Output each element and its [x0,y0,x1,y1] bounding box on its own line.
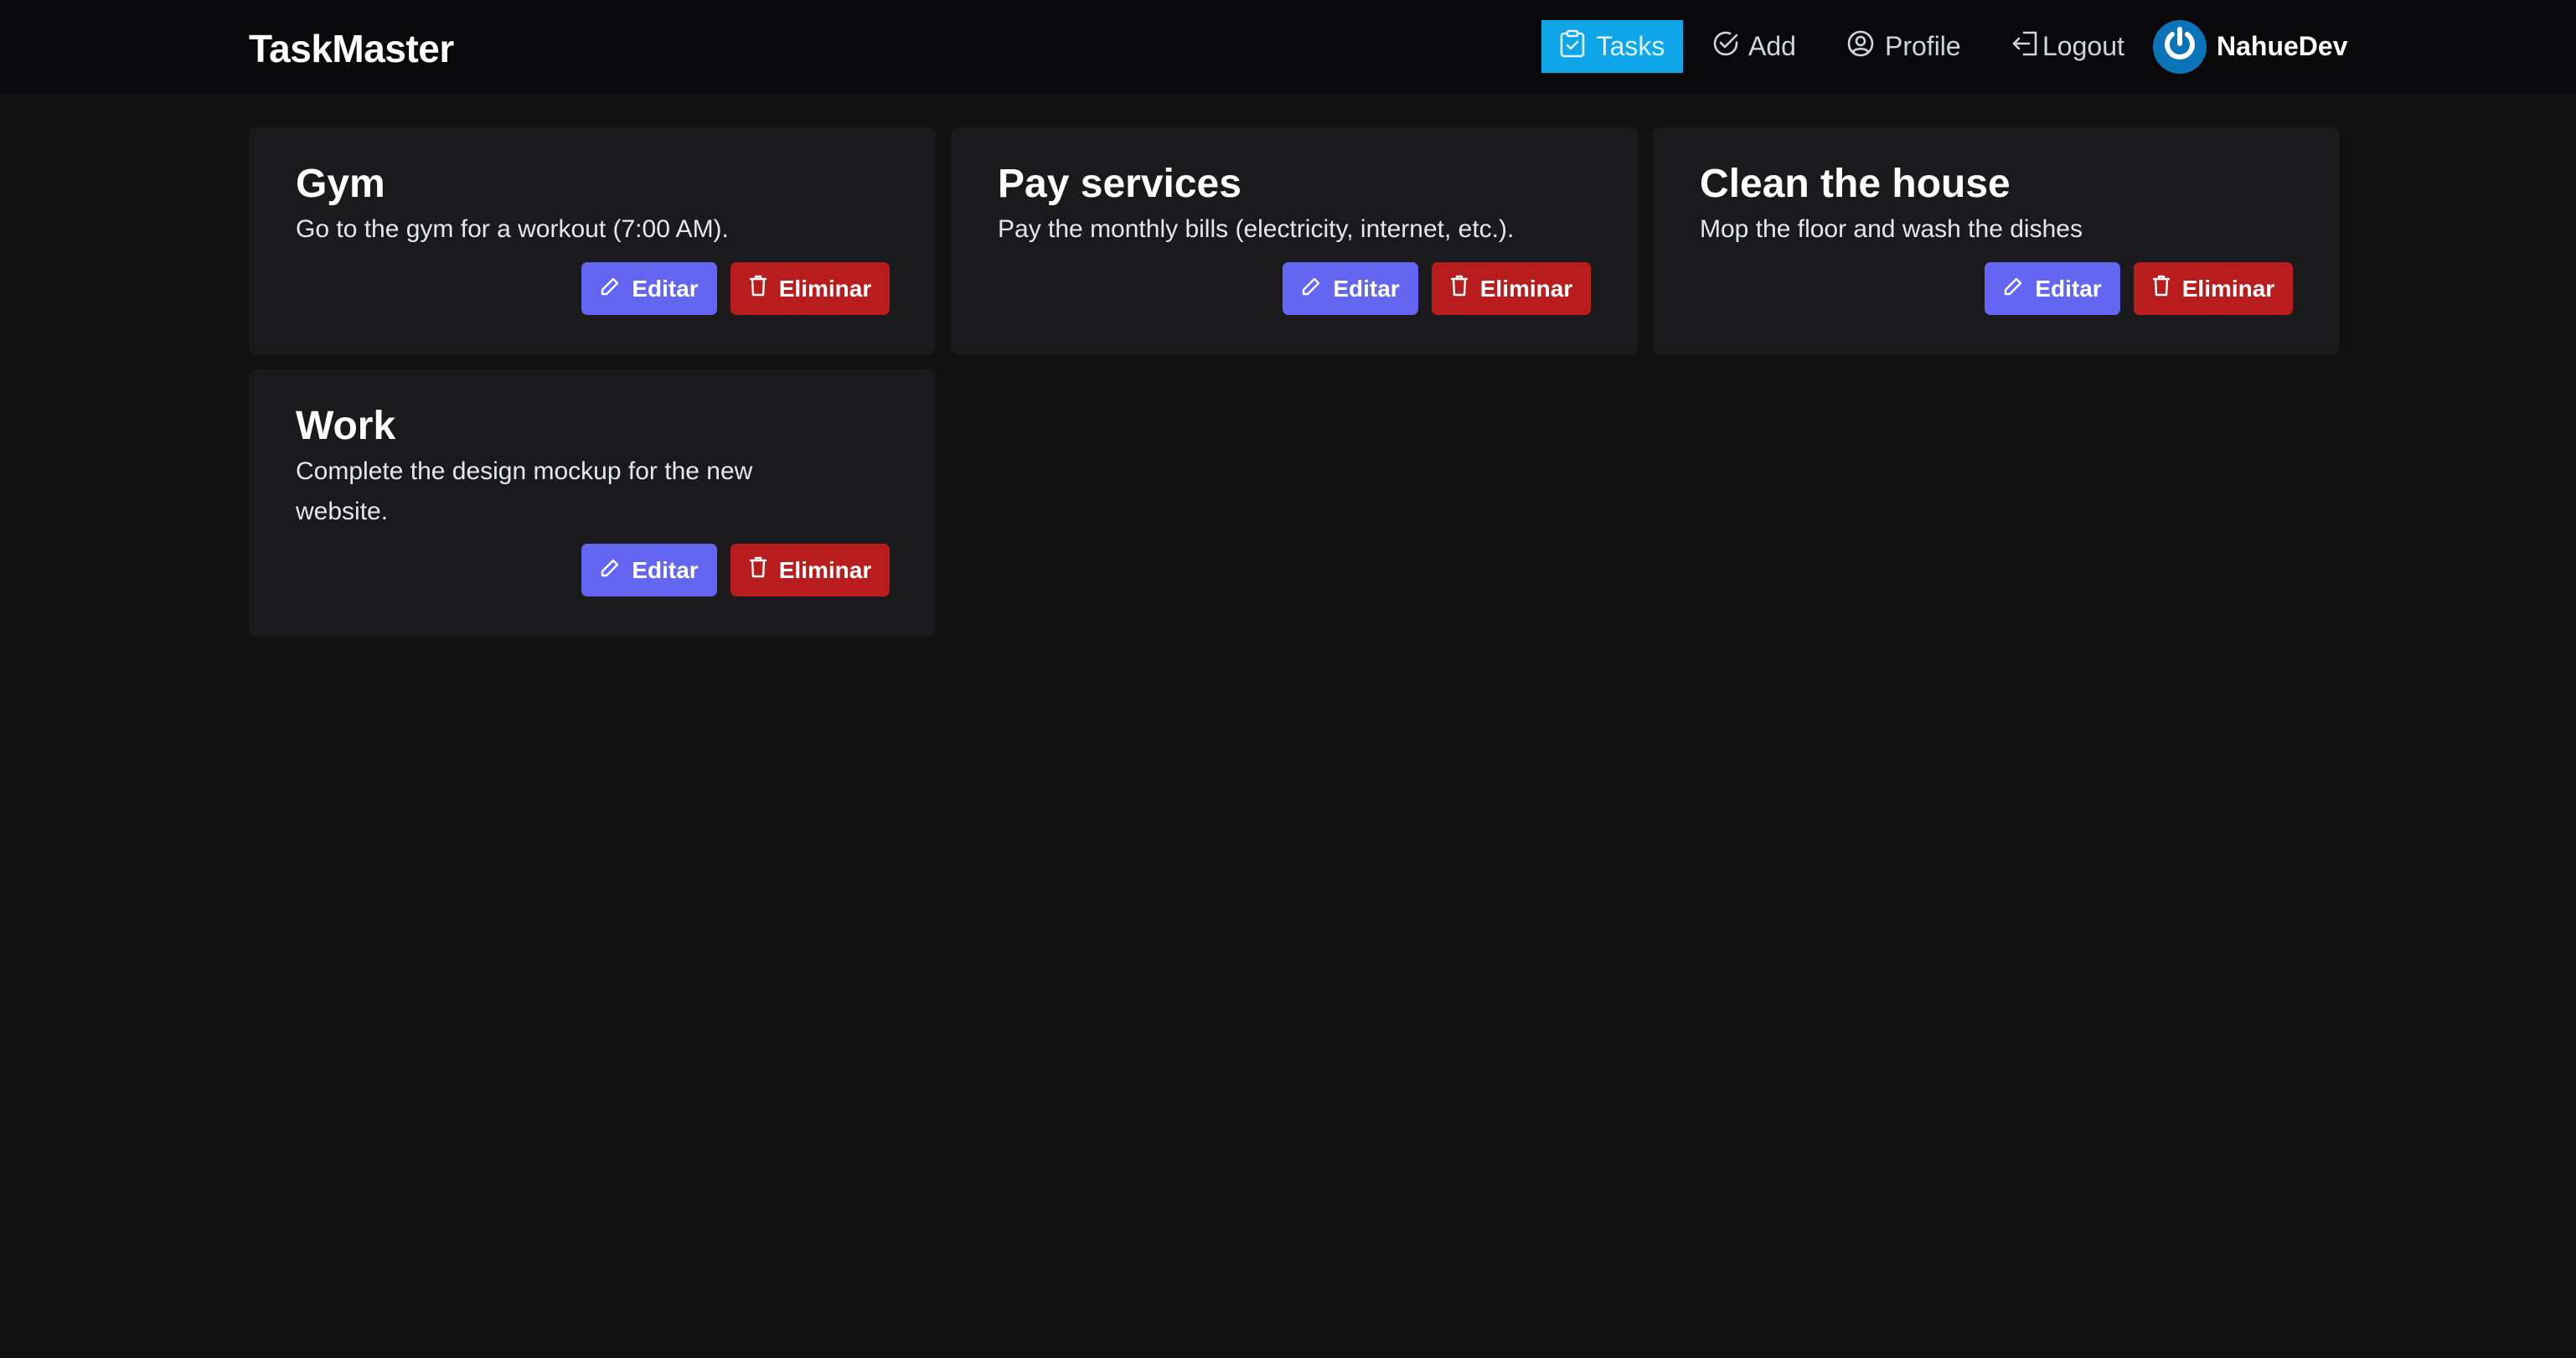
task-description: Mop the floor and wash the dishes [1700,215,2083,243]
delete-button[interactable]: Eliminar [2134,262,2293,315]
edit-label: Editar [1333,275,1400,302]
edit-label: Editar [632,275,699,302]
trash-icon [2152,275,2171,302]
trash-icon [1450,275,1469,302]
nav-logout-label: Logout [2042,31,2124,61]
delete-label: Eliminar [778,556,872,583]
clipboard-check-icon [1560,29,1585,65]
edit-label: Editar [632,556,699,583]
username: NahueDev [2217,31,2348,61]
delete-button[interactable]: Eliminar [730,262,890,315]
delete-button[interactable]: Eliminar [1432,262,1591,315]
brand-logo[interactable]: TaskMaster [249,23,454,74]
edit-button[interactable]: Editar [1283,262,1418,315]
power-icon [2159,23,2201,70]
task-description: Pay the monthly bills (electricity, inte… [998,215,1515,243]
task-description: Complete the design mockup for the new w… [296,457,753,525]
trash-icon [749,556,767,584]
delete-label: Eliminar [1479,275,1573,302]
logout-icon [2011,29,2041,65]
nav-profile[interactable]: Profile [1846,20,1961,73]
task-card: Clean the house Mop the floor and wash t… [1653,127,2340,354]
task-card: Pay services Pay the monthly bills (elec… [951,127,1638,354]
edit-button[interactable]: Editar [1985,262,2120,315]
edit-button[interactable]: Editar [581,262,717,315]
edit-label: Editar [2035,275,2102,302]
pencil-icon [1301,276,1321,302]
nav-add-label: Add [1748,31,1796,61]
task-card: Work Complete the design mockup for the … [249,369,936,637]
nav-profile-label: Profile [1885,31,1961,61]
nav-tasks-label: Tasks [1596,31,1665,61]
pencil-icon [2003,276,2023,302]
user-menu[interactable]: NahueDev [2153,19,2348,74]
delete-label: Eliminar [2181,275,2275,302]
task-title: Gym [296,162,385,206]
delete-button[interactable]: Eliminar [730,544,890,596]
task-card: Gym Go to the gym for a workout (7:00 AM… [249,127,936,354]
pencil-icon [600,276,620,302]
task-title: Clean the house [1700,162,2011,206]
pencil-icon [600,557,620,584]
avatar[interactable] [2153,19,2207,74]
task-description: Go to the gym for a workout (7:00 AM). [296,215,729,243]
check-circle-icon [1711,29,1740,65]
delete-label: Eliminar [778,275,872,302]
edit-button[interactable]: Editar [581,544,717,596]
navbar: TaskMaster Tasks Add Profile Logout Nahu… [0,0,2576,94]
task-title: Work [296,404,396,448]
nav-logout[interactable]: Logout [2011,20,2124,73]
trash-icon [749,275,767,302]
task-title: Pay services [998,162,1242,206]
nav-tasks[interactable]: Tasks [1541,20,1683,73]
user-circle-icon [1846,29,1875,65]
nav-add[interactable]: Add [1711,20,1796,73]
